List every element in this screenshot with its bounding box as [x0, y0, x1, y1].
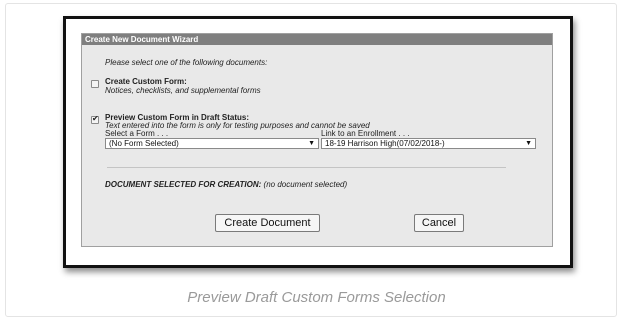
wizard-instructions: Please select one of the following docum… — [105, 58, 268, 67]
document-selected-value: (no document selected) — [263, 180, 348, 189]
cancel-button[interactable]: Cancel — [414, 214, 464, 232]
create-document-button[interactable]: Create Document — [215, 214, 320, 232]
chevron-down-icon: ▼ — [525, 140, 532, 147]
create-custom-form-title: Create Custom Form: — [105, 77, 187, 86]
figure-caption: Preview Draft Custom Forms Selection — [187, 289, 446, 306]
wizard-title: Create New Document Wizard — [82, 34, 552, 45]
screenshot-frame: Create New Document Wizard Please select… — [63, 16, 573, 268]
checkmark-icon: ✔ — [92, 114, 99, 123]
create-custom-form-description: Notices, checklists, and supplemental fo… — [105, 86, 261, 95]
document-selected-label: DOCUMENT SELECTED FOR CREATION: — [105, 180, 262, 189]
create-document-wizard: Create New Document Wizard Please select… — [81, 33, 553, 247]
divider — [107, 167, 506, 168]
link-enrollment-value: 18-19 Harrison High(07/02/2018-) — [325, 139, 445, 148]
select-form-dropdown[interactable]: (No Form Selected) ▼ — [105, 138, 319, 149]
create-custom-form-checkbox[interactable] — [91, 80, 99, 88]
link-enrollment-dropdown[interactable]: 18-19 Harrison High(07/02/2018-) ▼ — [321, 138, 536, 149]
select-form-label: Select a Form . . . — [105, 129, 169, 138]
chevron-down-icon: ▼ — [308, 140, 315, 147]
document-selected-status: DOCUMENT SELECTED FOR CREATION: (no docu… — [105, 180, 347, 189]
preview-draft-checkbox[interactable]: ✔ — [91, 114, 99, 124]
link-enrollment-label: Link to an Enrollment . . . — [321, 129, 410, 138]
select-form-value: (No Form Selected) — [109, 139, 179, 148]
figure-card: Create New Document Wizard Please select… — [5, 3, 617, 317]
